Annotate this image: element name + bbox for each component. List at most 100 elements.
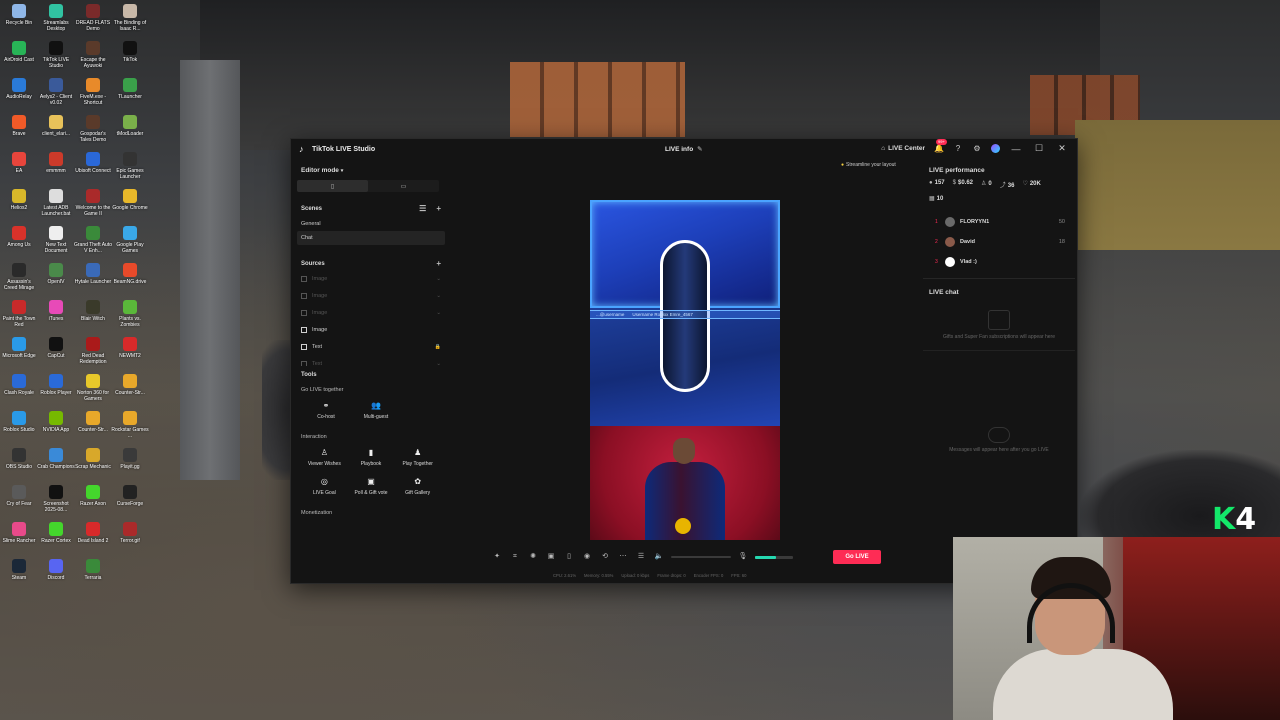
desktop-shortcut[interactable]: OBS Studio: [0, 448, 38, 470]
desktop-shortcut[interactable]: TikTok: [111, 41, 149, 63]
desktop-shortcut[interactable]: Assassin's Creed Mirage: [0, 263, 38, 291]
desktop-shortcut[interactable]: Blair Witch: [74, 300, 112, 322]
add-scene-icon[interactable]: +: [436, 204, 441, 213]
desktop-shortcut[interactable]: Aelys2 - Client v0.02: [37, 78, 75, 106]
camera-switch-icon[interactable]: ⟲: [599, 551, 611, 563]
desktop-shortcut[interactable]: Paint the Town Red: [0, 300, 38, 328]
desktop-shortcut[interactable]: EA: [0, 152, 38, 174]
source-item[interactable]: Text 🔒: [297, 338, 445, 355]
streamline-tip[interactable]: ● Streamline your layout: [841, 162, 896, 168]
profile-avatar[interactable]: [991, 144, 1000, 153]
desktop-shortcut[interactable]: Crab Champions: [37, 448, 75, 470]
desktop-shortcut[interactable]: Slime Rancher: [0, 522, 38, 544]
desktop-shortcut[interactable]: Playit.gg: [111, 448, 149, 470]
desktop-shortcut[interactable]: Steam: [0, 559, 38, 581]
stream-preview[interactable]: ...@username Username Roblox Emre_4567: [590, 200, 780, 540]
desktop-shortcut[interactable]: Streamlabs Desktop: [37, 4, 75, 32]
desktop-shortcut[interactable]: AudioRelay: [0, 78, 38, 100]
phone-icon[interactable]: ▯: [563, 551, 575, 563]
live-center-button[interactable]: ⌂ LIVE Center: [881, 145, 925, 152]
source-item[interactable]: Image ⌄: [297, 270, 445, 287]
chevron-down-icon[interactable]: ⌄: [436, 276, 441, 282]
microphone-level-slider[interactable]: [755, 555, 793, 559]
tool-live-goal[interactable]: ◎ LIVE Goal: [301, 477, 348, 496]
desktop-shortcut[interactable]: Razer Cortex: [37, 522, 75, 544]
desktop-shortcut[interactable]: Razer Axon: [74, 485, 112, 507]
add-source-icon[interactable]: +: [436, 259, 441, 268]
speaker-icon[interactable]: 🔈: [653, 551, 665, 563]
live-info-button[interactable]: LIVE info ✎: [665, 145, 703, 153]
source-item[interactable]: Image ⌄: [297, 287, 445, 304]
desktop-shortcut[interactable]: New Text Document: [37, 226, 75, 254]
desktop-shortcut[interactable]: emmmm: [37, 152, 75, 174]
desktop-shortcut[interactable]: Hytale Launcher: [74, 263, 112, 285]
desktop-shortcut[interactable]: tModLoader: [111, 115, 149, 137]
magic-wand-icon[interactable]: ✦: [491, 551, 503, 563]
desktop-shortcut[interactable]: Screenshot 2025-08...: [37, 485, 75, 513]
desktop-shortcut[interactable]: Roblox Player: [37, 374, 75, 396]
ranking-row[interactable]: 1 FLORYYN1 50: [923, 212, 1075, 232]
desktop-shortcut[interactable]: Cry of Fear: [0, 485, 38, 507]
desktop-shortcut[interactable]: Scrap Mechanic: [74, 448, 112, 470]
desktop-shortcut[interactable]: Grand Theft Auto V Enh...: [74, 226, 112, 254]
desktop-shortcut[interactable]: Roblox Studio: [0, 411, 38, 433]
tool-poll-gift-vote[interactable]: ▣ Poll & Gift vote: [348, 477, 395, 496]
desktop-shortcut[interactable]: OpenIV: [37, 263, 75, 285]
desktop-shortcut[interactable]: NVIDIA App: [37, 411, 75, 433]
lock-icon[interactable]: 🔒: [435, 344, 441, 350]
desktop-shortcut[interactable]: Welcome to the Game II: [74, 189, 112, 217]
desktop-shortcut[interactable]: Clash Royale: [0, 374, 38, 396]
desktop-shortcut[interactable]: Dead Island 2: [74, 522, 112, 544]
desktop-shortcut[interactable]: Gospodar's Tales Demo: [74, 115, 112, 143]
minimize-icon[interactable]: —: [1009, 144, 1023, 154]
settings-gear-icon[interactable]: ⚙: [972, 144, 982, 154]
desktop-shortcut[interactable]: Plants vs. Zombies: [111, 300, 149, 328]
source-item[interactable]: Text ⌄: [297, 355, 445, 366]
effects-icon[interactable]: ✺: [527, 551, 539, 563]
desktop-shortcut[interactable]: AirDroid Cast: [0, 41, 38, 63]
tool-playbook[interactable]: ▮ Playbook: [348, 448, 395, 467]
desktop-shortcut[interactable]: CapCut: [37, 337, 75, 359]
record-icon[interactable]: ◉: [581, 551, 593, 563]
source-item[interactable]: Image: [297, 321, 445, 338]
tool-play-together[interactable]: ♟ Play Together: [394, 448, 441, 467]
desktop-shortcut[interactable]: CurseForge: [111, 485, 149, 507]
desktop-shortcut[interactable]: TLauncher: [111, 78, 149, 100]
desktop-shortcut[interactable]: Brave: [0, 115, 38, 137]
desktop-shortcut[interactable]: FiveM.exe - Shortcut: [74, 78, 112, 106]
desktop-shortcut[interactable]: Recycle Bin: [0, 4, 38, 26]
desktop-shortcut[interactable]: BeamNG.drive: [111, 263, 149, 285]
close-icon[interactable]: ✕: [1055, 143, 1069, 154]
desktop-shortcut[interactable]: Counter-Str...: [74, 411, 112, 433]
editor-mode-dropdown[interactable]: Editor mode ▾: [301, 167, 445, 174]
more-icon[interactable]: ⋯: [617, 551, 629, 563]
desktop-shortcut[interactable]: iTunes: [37, 300, 75, 322]
desktop-shortcut[interactable]: Ubisoft Connect: [74, 152, 112, 174]
desktop-shortcut[interactable]: NEWMT2: [111, 337, 149, 359]
ranking-row[interactable]: 2 David 18: [923, 232, 1075, 252]
desktop-shortcut[interactable]: Among Us: [0, 226, 38, 248]
tool-viewer-wishes[interactable]: ♙ Viewer Wishes: [301, 448, 348, 467]
microphone-icon[interactable]: 🎙: [737, 551, 749, 563]
desktop-shortcut[interactable]: Google Chrome: [111, 189, 149, 211]
desktop-shortcut[interactable]: client_elari...: [37, 115, 75, 137]
chevron-down-icon[interactable]: ⌄: [436, 361, 441, 367]
desktop-shortcut[interactable]: Counter-Str...: [111, 374, 149, 396]
tool-multi-guest[interactable]: 👥 Multi-guest: [351, 401, 401, 420]
desktop-shortcut[interactable]: Discord: [37, 559, 75, 581]
list-icon[interactable]: ☰: [419, 204, 426, 213]
tool-gift-gallery[interactable]: ✿ Gift Gallery: [394, 477, 441, 496]
help-icon[interactable]: ?: [953, 144, 963, 154]
desktop-shortcut[interactable]: Helios2: [0, 189, 38, 211]
desktop-shortcut[interactable]: Escape the Ayuwoki: [74, 41, 112, 69]
desktop-shortcut[interactable]: TikTok LIVE Studio: [37, 41, 75, 69]
desktop-shortcut[interactable]: Latest ADB Launcher.bat: [37, 189, 75, 217]
speaker-volume-slider[interactable]: [671, 556, 731, 558]
landscape-mode-button[interactable]: ▭: [368, 180, 439, 192]
desktop-shortcut[interactable]: Norton 360 for Gamers: [74, 374, 112, 402]
desktop-shortcut[interactable]: Rockstar Games ...: [111, 411, 149, 439]
notification-icon[interactable]: 🔔 99+: [934, 138, 947, 154]
layout-icon[interactable]: ▣: [545, 551, 557, 563]
mixer-icon[interactable]: ☰: [635, 551, 647, 563]
chevron-down-icon[interactable]: ⌄: [436, 310, 441, 316]
